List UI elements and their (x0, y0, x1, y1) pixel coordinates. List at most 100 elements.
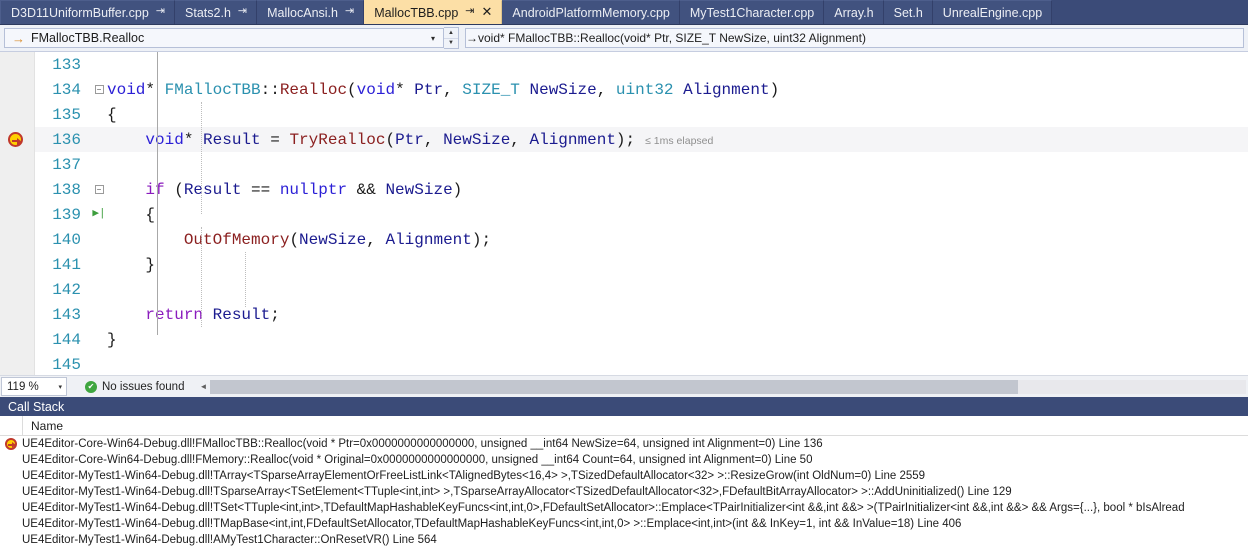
code-line-134[interactable]: 134 − void* FMallocTBB::Realloc(void* Ptr,… (35, 77, 1248, 102)
collapse-minus-icon[interactable]: − (94, 185, 104, 194)
pin-icon[interactable]: ⇥ (156, 6, 165, 17)
call-stack-column-name: Name (31, 418, 64, 433)
line-number: 144 (52, 330, 81, 349)
editor-status-bar: 119 % ▾ ✔ No issues found ◄ (0, 375, 1248, 397)
call-stack-title: Call Stack (0, 397, 1248, 416)
call-stack-frame-text: UE4Editor-MyTest1-Win64-Debug.dll!TSet<T… (22, 502, 1185, 514)
call-stack-row[interactable]: UE4Editor-MyTest1-Win64-Debug.dll!TSpars… (0, 484, 1248, 500)
tab-label: MallocTBB.cpp (374, 5, 459, 20)
code-line-136[interactable]: 136 void* Result = TryRealloc(Ptr, NewSi… (35, 127, 1248, 152)
document-tab-d3d11uniformbuffer-cpp[interactable]: D3D11UniformBuffer.cpp ⇥ (0, 0, 176, 24)
code-text[interactable]: void* FMallocTBB::Realloc(void* Ptr, SIZ… (107, 81, 779, 99)
code-line-141[interactable]: 141 } (35, 252, 1248, 277)
scope-spinner[interactable]: ▲ ▼ (444, 27, 459, 49)
call-stack-frame-text: UE4Editor-MyTest1-Win64-Debug.dll!TMapBa… (22, 518, 962, 530)
line-number: 136 (52, 130, 81, 149)
editor-horizontal-scrollbar[interactable]: ◄ (196, 379, 1246, 394)
arrow-right-icon-2: → (466, 31, 478, 45)
code-line-133[interactable]: 133 (35, 52, 1248, 77)
code-line-135[interactable]: 135 { (35, 102, 1248, 127)
document-tab-array-h[interactable]: Array.h (824, 0, 884, 24)
tab-label: Set.h (893, 5, 923, 20)
code-text[interactable]: OutOfMemory(NewSize, Alignment); (107, 231, 491, 249)
code-text[interactable]: void* Result = TryRealloc(Ptr, NewSize, … (107, 131, 713, 149)
outline-glyph[interactable]: − (91, 85, 107, 94)
scroll-track[interactable] (210, 379, 1246, 394)
line-number: 139 (52, 205, 81, 224)
line-number: 145 (52, 355, 81, 374)
pin-icon[interactable]: ⇥ (238, 6, 247, 17)
code-text[interactable]: { (107, 206, 155, 224)
call-stack-rows[interactable]: UE4Editor-Core-Win64-Debug.dll!FMallocTB… (0, 436, 1248, 548)
code-line-137[interactable]: 137 (35, 152, 1248, 177)
code-line-143[interactable]: 143 return Result; (35, 302, 1248, 327)
call-stack-row[interactable]: UE4Editor-MyTest1-Win64-Debug.dll!TMapBa… (0, 516, 1248, 532)
zoom-chevron-down-icon: ▾ (58, 383, 62, 391)
scope-dropdown-value: FMallocTBB.Realloc (31, 31, 145, 45)
document-tab-malloctbb-cpp[interactable]: MallocTBB.cpp ⇥ ✕ (364, 0, 503, 24)
line-number: 134 (52, 80, 81, 99)
chevron-down-icon: ▾ (430, 33, 435, 43)
code-editor-surface[interactable]: 133 134− void* FMallocTBB::Realloc(void* P… (0, 52, 1248, 375)
breakpoint-current-statement-icon[interactable] (8, 132, 23, 147)
indicator-margin[interactable] (0, 52, 35, 375)
issues-label: No issues found (102, 380, 185, 393)
zoom-level-dropdown[interactable]: 119 % ▾ (1, 377, 67, 396)
line-number: 143 (52, 305, 81, 324)
document-tab-set-h[interactable]: Set.h (883, 0, 933, 24)
current-frame-icon (5, 438, 17, 450)
code-line-145[interactable]: 145 (35, 352, 1248, 375)
tab-label: UnrealEngine.cpp (942, 5, 1043, 20)
code-line-138[interactable]: 138 − if (Result == nullptr && NewSize) (35, 177, 1248, 202)
line-number: 140 (52, 230, 81, 249)
document-tab-unrealengine-cpp[interactable]: UnrealEngine.cpp (932, 0, 1053, 24)
code-text[interactable]: return Result; (107, 306, 279, 324)
code-text[interactable]: } (107, 331, 117, 349)
call-stack-frame-text: UE4Editor-Core-Win64-Debug.dll!FMemory::… (22, 454, 813, 466)
spinner-down-icon[interactable]: ▼ (444, 39, 458, 49)
scope-dropdown[interactable]: → FMallocTBB.Realloc ▾ (4, 28, 444, 48)
close-icon[interactable]: ✕ (482, 5, 493, 18)
code-line-140[interactable]: 140 OutOfMemory(NewSize, Alignment); (35, 227, 1248, 252)
scroll-left-icon[interactable]: ◄ (196, 382, 210, 391)
visual-studio-window: D3D11UniformBuffer.cpp ⇥ Stats2.h ⇥ MallocAn… (0, 0, 1248, 548)
code-text[interactable]: } (107, 256, 155, 274)
code-line-142[interactable]: 142 (35, 277, 1248, 302)
call-stack-row[interactable]: UE4Editor-MyTest1-Win64-Debug.dll!AMyTes… (0, 532, 1248, 548)
scroll-thumb[interactable] (210, 379, 1019, 394)
call-stack-row[interactable]: UE4Editor-MyTest1-Win64-Debug.dll!TArray… (0, 468, 1248, 484)
code-text[interactable]: if (Result == nullptr && NewSize) (107, 181, 462, 199)
collapse-minus-icon[interactable]: − (94, 85, 104, 94)
tab-label: MallocAnsi.h (267, 5, 338, 20)
tab-label: D3D11UniformBuffer.cpp (11, 5, 149, 20)
pin-icon[interactable]: ⇥ (465, 6, 474, 17)
document-tab-androidplatformmemory-cpp[interactable]: AndroidPlatformMemory.cpp (502, 0, 680, 24)
document-tab-stats2-h[interactable]: Stats2.h ⇥ (175, 0, 258, 24)
arrow-right-icon: → (12, 30, 25, 46)
code-text-area[interactable]: 133 134− void* FMallocTBB::Realloc(void* P… (35, 52, 1248, 375)
pin-icon[interactable]: ⇥ (345, 6, 354, 17)
check-circle-icon: ✔ (85, 380, 97, 393)
zoom-level-value: 119 % (7, 380, 39, 393)
tab-label: Stats2.h (185, 5, 231, 20)
call-stack-glyph-column (0, 416, 23, 435)
issues-indicator[interactable]: ✔ No issues found (85, 380, 185, 393)
line-number: 142 (52, 280, 81, 299)
code-line-139[interactable]: 139 ▶| { (35, 202, 1248, 227)
code-text[interactable]: { (107, 106, 117, 124)
call-stack-row-glyph (0, 438, 22, 450)
line-number: 133 (52, 55, 81, 74)
call-stack-row[interactable]: UE4Editor-Core-Win64-Debug.dll!FMemory::… (0, 452, 1248, 468)
run-to-cursor-icon[interactable]: ▶| (92, 209, 105, 220)
call-stack-row[interactable]: UE4Editor-Core-Win64-Debug.dll!FMallocTB… (0, 436, 1248, 452)
call-stack-row[interactable]: UE4Editor-MyTest1-Win64-Debug.dll!TSet<T… (0, 500, 1248, 516)
line-number: 137 (52, 155, 81, 174)
outline-glyph[interactable]: − (91, 185, 107, 194)
member-dropdown[interactable]: → void* FMallocTBB::Realloc(void* Ptr, S… (465, 28, 1244, 48)
outline-glyph[interactable]: ▶| (91, 209, 107, 220)
document-tab-mytest1character-cpp[interactable]: MyTest1Character.cpp (679, 0, 825, 24)
document-tab-mallocansi-h[interactable]: MallocAnsi.h ⇥ (257, 0, 365, 24)
member-dropdown-value: void* FMallocTBB::Realloc(void* Ptr, SIZ… (478, 31, 866, 45)
code-line-144[interactable]: 144} (35, 327, 1248, 352)
spinner-up-icon[interactable]: ▲ (444, 28, 458, 39)
